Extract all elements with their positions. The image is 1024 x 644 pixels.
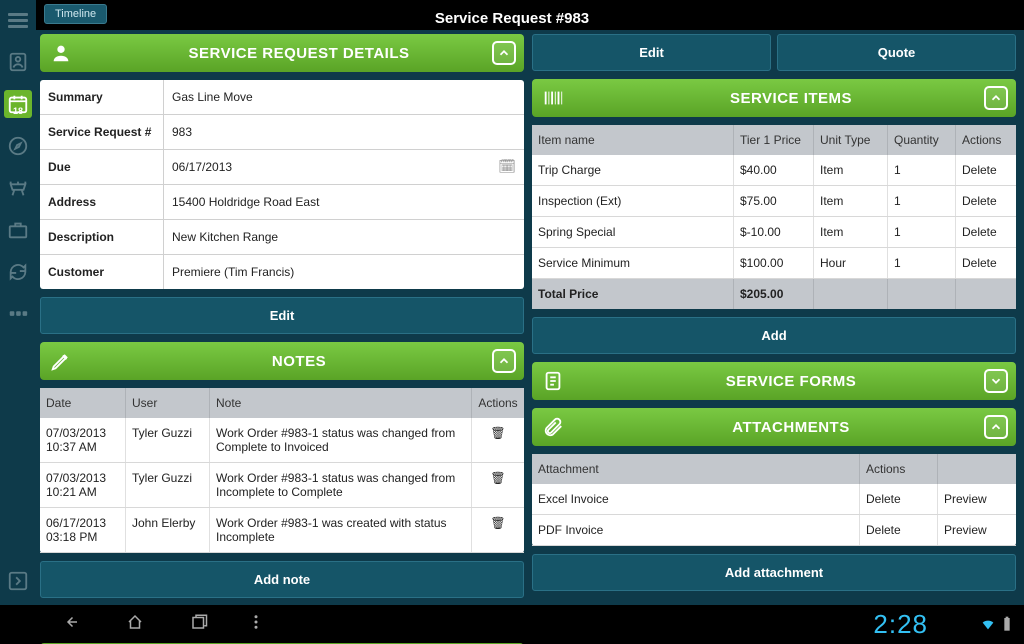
attach-table-header: Attachment Actions	[532, 454, 1016, 484]
preview-attachment-button[interactable]: Preview	[938, 484, 1016, 514]
attachments-header[interactable]: ATTACHMENTS	[532, 408, 1016, 446]
table-row: Trip Charge$40.00Item1Delete	[532, 155, 1016, 186]
service-forms-header[interactable]: SERVICE FORMS	[532, 362, 1016, 400]
chevron-up-icon[interactable]	[984, 86, 1008, 110]
detail-row: Due06/17/2013🗓	[40, 150, 524, 185]
forms-title: SERVICE FORMS	[576, 373, 1006, 390]
pencil-icon	[50, 350, 72, 372]
attachments-title: ATTACHMENTS	[576, 419, 1006, 436]
details-table: SummaryGas Line Move Service Request #98…	[40, 80, 524, 289]
preview-attachment-button[interactable]: Preview	[938, 515, 1016, 545]
contacts-icon[interactable]	[4, 48, 32, 76]
delete-attachment-button[interactable]: Delete	[860, 484, 938, 514]
delete-attachment-button[interactable]: Delete	[860, 515, 938, 545]
right-column: Edit Quote SERVICE ITEMS Item name Tier …	[532, 34, 1016, 601]
delete-note-button[interactable]: 🗑	[472, 508, 524, 552]
edit-button[interactable]: Edit	[40, 297, 524, 334]
briefcase-icon[interactable]	[4, 216, 32, 244]
items-table-header: Item name Tier 1 Price Unit Type Quantit…	[532, 125, 1016, 155]
service-items-table: Item name Tier 1 Price Unit Type Quantit…	[532, 125, 1016, 309]
main-content: SERVICE REQUEST DETAILS SummaryGas Line …	[36, 30, 1024, 605]
more-icon[interactable]	[4, 300, 32, 328]
sync-icon[interactable]	[4, 258, 32, 286]
page-title: Service Request #983	[0, 10, 1024, 27]
calendar-small-icon[interactable]: 🗓	[498, 158, 516, 175]
table-row: Excel InvoiceDeletePreview	[532, 484, 1016, 515]
table-row: PDF InvoiceDeletePreview	[532, 515, 1016, 546]
chevron-up-icon[interactable]	[492, 349, 516, 373]
table-row: 07/03/2013 10:37 AM Tyler Guzzi Work Ord…	[40, 418, 524, 463]
detail-row: DescriptionNew Kitchen Range	[40, 220, 524, 255]
detail-row: SummaryGas Line Move	[40, 80, 524, 115]
paperclip-icon	[542, 416, 564, 438]
table-row: Inspection (Ext)$75.00Item1Delete	[532, 186, 1016, 217]
left-column: SERVICE REQUEST DETAILS SummaryGas Line …	[40, 34, 524, 601]
compass-icon[interactable]	[4, 132, 32, 160]
barcode-icon	[542, 87, 564, 109]
chevron-down-icon[interactable]	[984, 369, 1008, 393]
add-item-button[interactable]: Add	[532, 317, 1016, 354]
calendar-icon[interactable]: 18	[4, 90, 32, 118]
expand-icon[interactable]	[4, 567, 32, 595]
delete-item-button[interactable]: Delete	[956, 155, 1016, 185]
notes-table-header: Date User Note Actions	[40, 388, 524, 418]
service-items-header[interactable]: SERVICE ITEMS	[532, 79, 1016, 117]
table-row: 07/03/2013 10:21 AM Tyler Guzzi Work Ord…	[40, 463, 524, 508]
delete-note-button[interactable]: 🗑	[472, 463, 524, 507]
status-icons	[980, 616, 1012, 632]
wifi-icon	[980, 616, 996, 632]
recent-icon[interactable]	[188, 613, 210, 636]
add-attachment-button[interactable]: Add attachment	[532, 554, 1016, 591]
details-header[interactable]: SERVICE REQUEST DETAILS	[40, 34, 524, 72]
notes-header[interactable]: NOTES	[40, 342, 524, 380]
add-note-button[interactable]: Add note	[40, 561, 524, 598]
overflow-icon[interactable]	[252, 613, 260, 636]
attachments-table: Attachment Actions Excel InvoiceDeletePr…	[532, 454, 1016, 546]
items-total-row: Total Price$205.00	[532, 279, 1016, 309]
chevron-up-icon[interactable]	[492, 41, 516, 65]
back-icon[interactable]	[60, 613, 82, 636]
home-icon[interactable]	[124, 613, 146, 636]
top-actions: Edit Quote	[532, 34, 1016, 71]
notes-table: Date User Note Actions 07/03/2013 10:37 …	[40, 388, 524, 553]
edit-service-button[interactable]: Edit	[532, 34, 771, 71]
table-row: Service Minimum$100.00Hour1Delete	[532, 248, 1016, 279]
delete-item-button[interactable]: Delete	[956, 186, 1016, 216]
detail-row: Address15400 Holdridge Road East	[40, 185, 524, 220]
detail-row: CustomerPremiere (Tim Francis)	[40, 255, 524, 289]
clock: 2:28	[873, 609, 928, 640]
notes-title: NOTES	[84, 353, 514, 370]
forms-icon	[542, 370, 564, 392]
person-icon	[50, 42, 72, 64]
details-title: SERVICE REQUEST DETAILS	[84, 45, 514, 62]
sidebar: 18	[0, 0, 36, 605]
chevron-up-icon[interactable]	[984, 415, 1008, 439]
table-row: 06/17/2013 03:18 PM John Elerby Work Ord…	[40, 508, 524, 553]
delete-item-button[interactable]: Delete	[956, 217, 1016, 247]
detail-row: Service Request #983	[40, 115, 524, 150]
grill-icon[interactable]	[4, 174, 32, 202]
quote-button[interactable]: Quote	[777, 34, 1016, 71]
android-nav-bar: 2:28	[0, 605, 1024, 643]
delete-note-button[interactable]: 🗑	[472, 418, 524, 462]
table-row: Spring Special$-10.00Item1Delete	[532, 217, 1016, 248]
service-items-title: SERVICE ITEMS	[576, 90, 1006, 107]
delete-item-button[interactable]: Delete	[956, 248, 1016, 278]
battery-icon	[1002, 616, 1012, 632]
